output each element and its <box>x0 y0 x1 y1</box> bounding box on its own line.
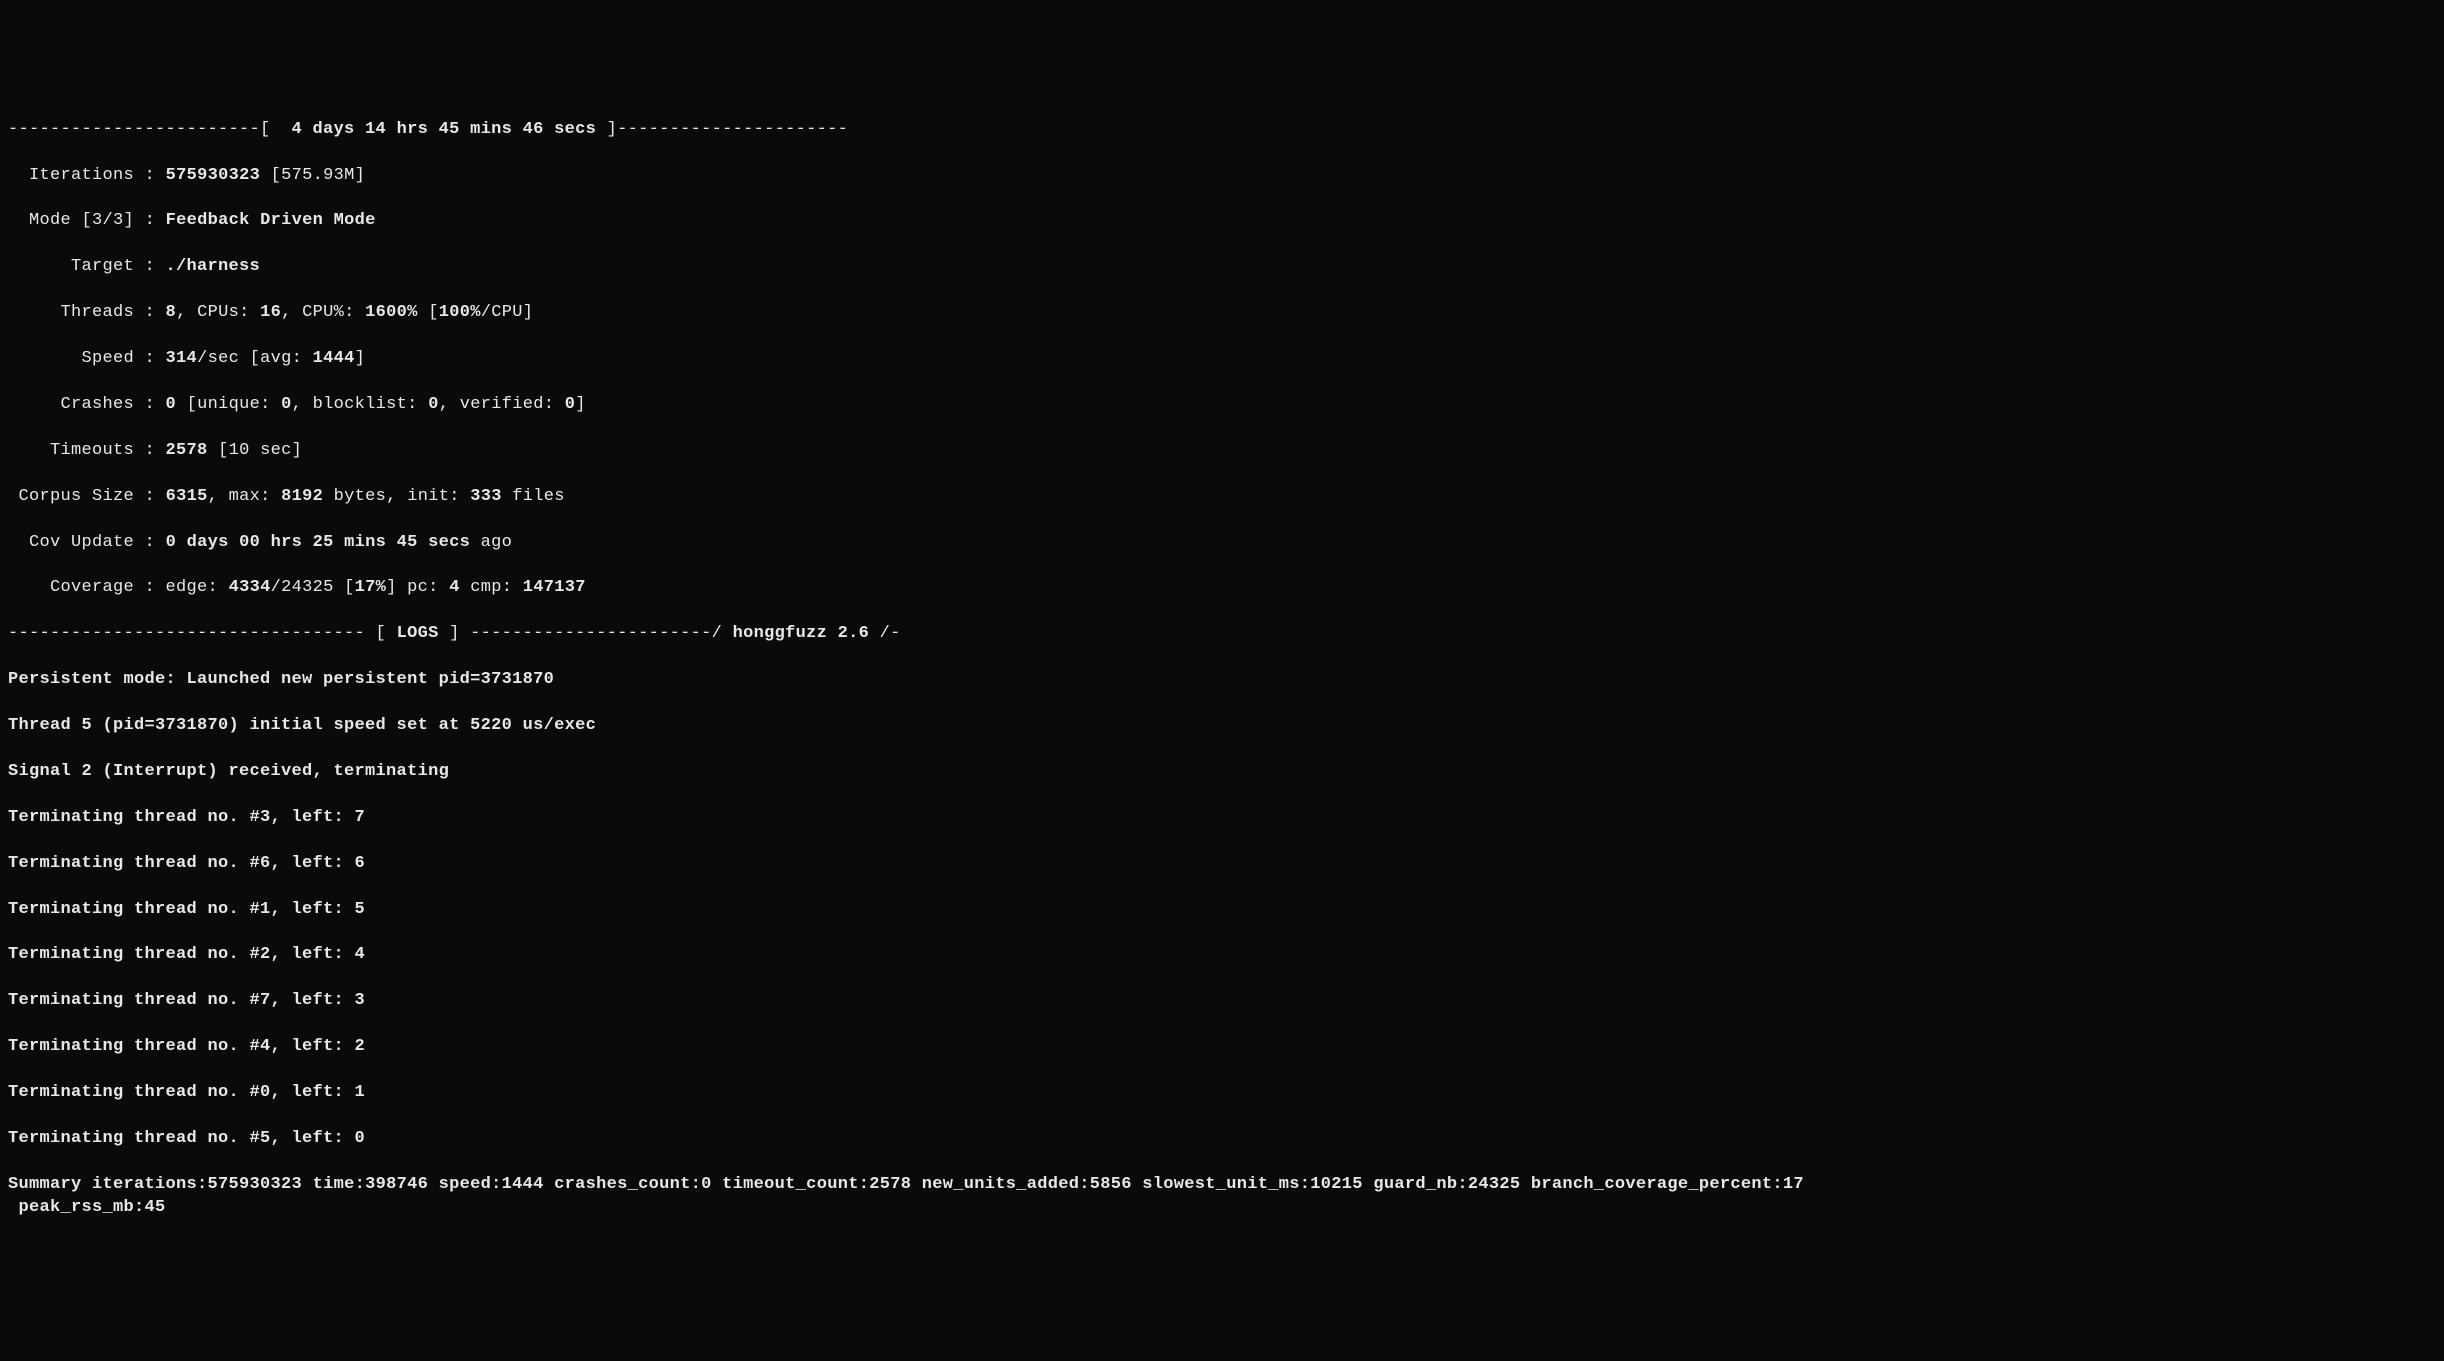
crashes-line: Crashes : 0 [unique: 0, blocklist: 0, ve… <box>8 394 2436 417</box>
crashes-label: Crashes <box>61 395 135 414</box>
blocklist-value: 0 <box>428 395 439 414</box>
pc-label: pc: <box>407 578 439 597</box>
log-line: Terminating thread no. #0, left: 1 <box>8 1082 2436 1105</box>
mode-line: Mode [3/3] : Feedback Driven Mode <box>8 210 2436 233</box>
covupdate-label: Cov Update <box>29 533 134 552</box>
avg-label: [avg: <box>250 349 303 368</box>
crashes-value: 0 <box>166 395 177 414</box>
summary-iterations: 575930323 <box>208 1175 303 1194</box>
max-label: max: <box>229 487 271 506</box>
edge-num: 4334 <box>229 578 271 597</box>
corpus-label: Corpus Size <box>19 487 135 506</box>
avg-value: 1444 <box>313 349 355 368</box>
logs-title: LOGS <box>397 624 439 643</box>
target-line: Target : ./harness <box>8 256 2436 279</box>
log-line: Terminating thread no. #2, left: 4 <box>8 944 2436 967</box>
target-label: Target <box>71 257 134 276</box>
mode-label: Mode <box>29 211 71 230</box>
log-line: Terminating thread no. #3, left: 7 <box>8 807 2436 830</box>
header-line: ------------------------[ 4 days 14 hrs … <box>8 119 2436 142</box>
summary-slowest: 10215 <box>1310 1175 1363 1194</box>
tool-name: honggfuzz 2.6 <box>733 624 870 643</box>
edge-pct: 17% <box>355 578 387 597</box>
summary-guard: 24325 <box>1468 1175 1521 1194</box>
edge-den: /24325 <box>271 578 334 597</box>
blocklist-label: blocklist: <box>313 395 418 414</box>
summary-line: Summary iterations:575930323 time:398746… <box>8 1174 2436 1220</box>
percpu-suffix: /CPU] <box>481 303 534 322</box>
covupdate-suffix: ago <box>481 533 513 552</box>
pc-value: 4 <box>449 578 460 597</box>
verified-value: 0 <box>565 395 576 414</box>
cpus-value: 16 <box>260 303 281 322</box>
init-label: init: <box>407 487 460 506</box>
speed-label: Speed <box>82 349 135 368</box>
verified-label: verified: <box>460 395 555 414</box>
unique-value: 0 <box>281 395 292 414</box>
log-line: Terminating thread no. #6, left: 6 <box>8 853 2436 876</box>
summary-peakrss: 45 <box>145 1198 166 1217</box>
coverage-label: Coverage <box>50 578 134 597</box>
coverage-line: Coverage : edge: 4334/24325 [17%] pc: 4 … <box>8 577 2436 600</box>
cmp-label: cmp: <box>470 578 512 597</box>
covupdate-line: Cov Update : 0 days 00 hrs 25 mins 45 se… <box>8 532 2436 555</box>
summary-newunits: 5856 <box>1090 1175 1132 1194</box>
timeouts-line: Timeouts : 2578 [10 sec] <box>8 440 2436 463</box>
cmp-value: 147137 <box>523 578 586 597</box>
summary-prefix: Summary <box>8 1175 82 1194</box>
timeouts-value: 2578 <box>166 441 208 460</box>
logs-header-line: ---------------------------------- [ LOG… <box>8 623 2436 646</box>
covupdate-value: 0 days 00 hrs 25 mins 45 secs <box>166 533 471 552</box>
timeouts-label: Timeouts <box>50 441 134 460</box>
iterations-value: 575930323 <box>166 166 261 185</box>
iterations-line: Iterations : 575930323 [575.93M] <box>8 165 2436 188</box>
percpu-value: 100% <box>439 303 481 322</box>
cpupct-label: CPU%: <box>302 303 355 322</box>
speed-unit: /sec <box>197 349 239 368</box>
init-value: 333 <box>470 487 502 506</box>
log-line: Terminating thread no. #7, left: 3 <box>8 990 2436 1013</box>
iterations-label: Iterations <box>29 166 134 185</box>
speed-value: 314 <box>166 349 198 368</box>
edge-label: edge: <box>166 578 219 597</box>
summary-branchcov: 17 <box>1783 1175 1804 1194</box>
terminal-output: ------------------------[ 4 days 14 hrs … <box>8 96 2436 1243</box>
cpupct-value: 1600% <box>365 303 418 322</box>
mode-idx: [3/3] <box>82 211 135 230</box>
summary-timeout: 2578 <box>869 1175 911 1194</box>
threads-line: Threads : 8, CPUs: 16, CPU%: 1600% [100%… <box>8 302 2436 325</box>
init-unit: files <box>512 487 565 506</box>
mode-value: Feedback Driven Mode <box>166 211 376 230</box>
log-line: Persistent mode: Launched new persistent… <box>8 669 2436 692</box>
runtime: 4 days 14 hrs 45 mins 46 secs <box>292 120 597 139</box>
log-line: Signal 2 (Interrupt) received, terminati… <box>8 761 2436 784</box>
corpus-value: 6315 <box>166 487 208 506</box>
threads-value: 8 <box>166 303 177 322</box>
corpus-line: Corpus Size : 6315, max: 8192 bytes, ini… <box>8 486 2436 509</box>
log-line: Terminating thread no. #5, left: 0 <box>8 1128 2436 1151</box>
unique-label: [unique: <box>187 395 271 414</box>
summary-crashes: 0 <box>701 1175 712 1194</box>
iterations-human: [575.93M] <box>271 166 366 185</box>
summary-speed: 1444 <box>502 1175 544 1194</box>
max-value: 8192 <box>281 487 323 506</box>
threads-label: Threads <box>61 303 135 322</box>
log-line: Terminating thread no. #1, left: 5 <box>8 899 2436 922</box>
target-value: ./harness <box>166 257 261 276</box>
speed-line: Speed : 314/sec [avg: 1444] <box>8 348 2436 371</box>
log-line: Thread 5 (pid=3731870) initial speed set… <box>8 715 2436 738</box>
cpus-label: CPUs: <box>197 303 250 322</box>
max-unit: bytes, <box>334 487 397 506</box>
summary-time: 398746 <box>365 1175 428 1194</box>
log-line: Terminating thread no. #4, left: 2 <box>8 1036 2436 1059</box>
timeouts-window: [10 sec] <box>218 441 302 460</box>
